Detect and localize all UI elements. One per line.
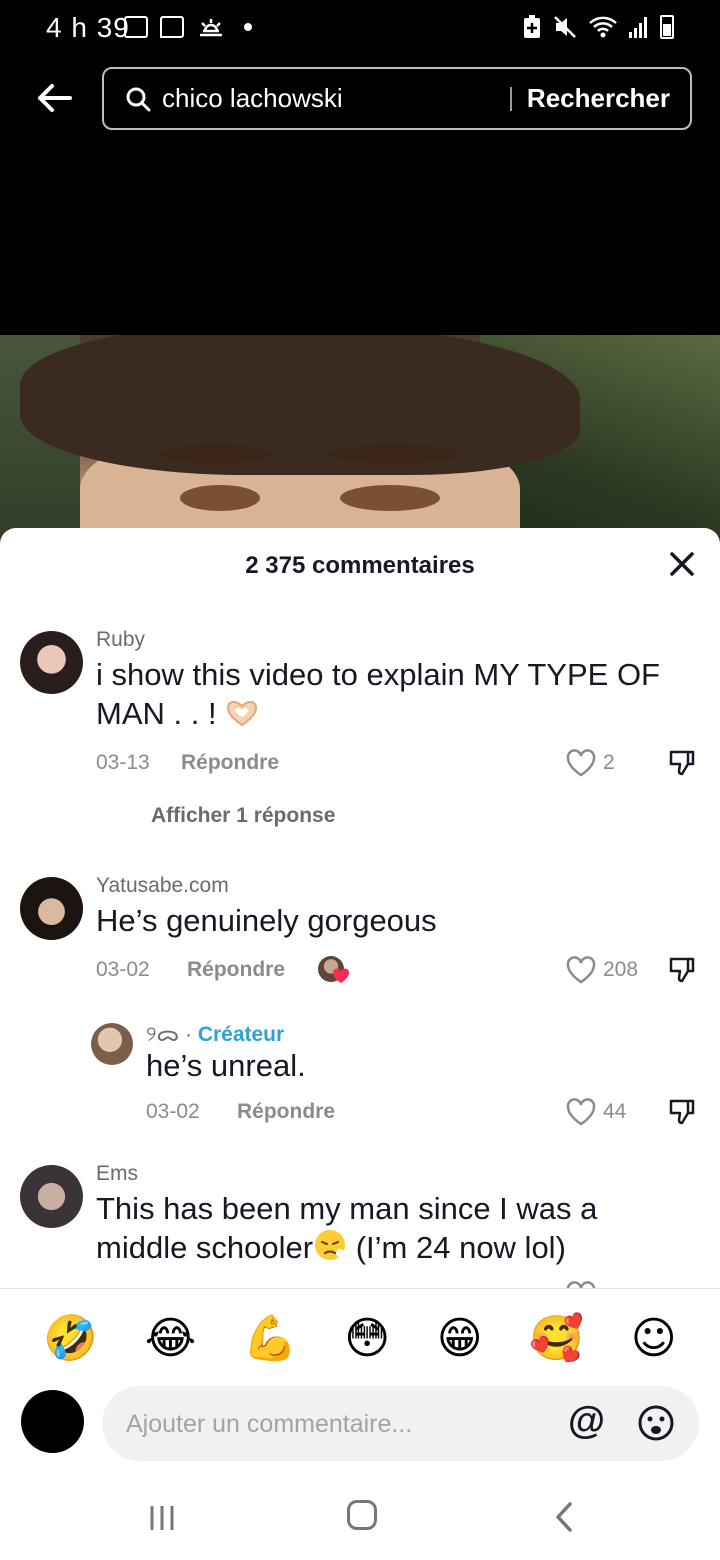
reply-button[interactable]: Répondre <box>237 1100 335 1124</box>
comment-text: This has been my man since I was a middl… <box>96 1190 696 1267</box>
comment-input-box[interactable]: @ <box>102 1386 699 1461</box>
system-nav-bar <box>0 1478 720 1560</box>
heart-icon[interactable] <box>565 1280 597 1288</box>
more-notifications-dot <box>244 23 252 31</box>
dislike-icon[interactable] <box>667 748 697 778</box>
video-brow-left <box>160 445 270 463</box>
pensive-face-emoji-icon <box>315 1230 346 1260</box>
comments-sheet: 2 375 commentaires Ruby i show this vide… <box>0 528 720 1560</box>
weather-icon <box>200 19 222 37</box>
heart-icon[interactable] <box>565 1097 597 1127</box>
user-avatar[interactable] <box>21 1390 84 1453</box>
wifi-icon <box>589 16 617 38</box>
comment-username[interactable]: ୨ᯅ · Créateur <box>146 1020 284 1048</box>
view-replies-button[interactable]: Afficher 1 réponse <box>151 804 335 828</box>
recent-apps-icon[interactable] <box>148 1503 176 1533</box>
status-system-icons <box>522 14 674 40</box>
comment-username[interactable]: Ruby <box>96 628 145 652</box>
rofl-emoji-button[interactable]: 🤣 <box>43 1312 98 1364</box>
comment-date: 03-02 <box>96 958 150 981</box>
search-button[interactable]: Rechercher <box>527 83 670 114</box>
video-eye-left <box>180 485 260 511</box>
comment-username[interactable]: Yatusabe.com <box>96 874 229 898</box>
reply-button[interactable]: Répondre <box>181 751 279 775</box>
signal-icon <box>629 17 647 38</box>
emoji-picker-icon[interactable] <box>636 1403 676 1443</box>
status-bar: 4 h 39 <box>0 0 720 56</box>
muscle-emoji-button[interactable]: 💪 <box>243 1312 298 1364</box>
comment-input[interactable] <box>126 1404 546 1444</box>
emoji-quick-bar: 🤣 😂 💪 😳 😁 🥰 ☺ <box>0 1298 720 1378</box>
home-icon[interactable] <box>347 1500 377 1530</box>
grin-emoji-button[interactable]: 😁 <box>437 1313 483 1364</box>
input-divider <box>0 1288 720 1289</box>
avatar[interactable] <box>91 1023 133 1065</box>
comment-item: Ruby i show this video to explain MY TYP… <box>0 628 720 838</box>
video-preview[interactable] <box>0 335 720 555</box>
twitch-notification-icon <box>160 16 184 38</box>
mute-icon <box>554 16 576 38</box>
reply-item: ୨ᯅ · Créateur he’s unreal. 03-02 Répondr… <box>0 1020 720 1140</box>
battery-saver-icon <box>524 15 540 38</box>
video-eye-right <box>340 485 440 511</box>
creator-badge: Créateur <box>197 1023 285 1046</box>
back-arrow-icon[interactable] <box>34 78 74 118</box>
smiling-face-emoji-button[interactable]: ☺ <box>631 1313 677 1364</box>
battery-icon <box>660 15 674 39</box>
search-icon <box>126 87 151 112</box>
comment-date: 03-02 <box>146 1100 200 1123</box>
heart-icon[interactable] <box>565 748 597 778</box>
comment-text-line: This has been my man since I was a <box>96 1191 598 1226</box>
comment-text-segment: middle schooler <box>96 1230 314 1265</box>
avatar[interactable] <box>20 631 83 694</box>
search-query[interactable]: chico lachowski <box>162 83 343 114</box>
smiling-hearts-emoji-button[interactable]: 🥰 <box>529 1312 584 1364</box>
flushed-emoji-button[interactable]: 😳 <box>344 1313 390 1364</box>
close-icon[interactable] <box>668 550 696 578</box>
comment-text: he’s unreal. <box>146 1048 306 1083</box>
joy-emoji-button[interactable]: 😂 <box>145 1313 196 1364</box>
reply-button[interactable]: Répondre <box>187 958 285 982</box>
comment-text-content: i show this video to explain MY TYPE OF … <box>96 657 660 731</box>
heart-hands-emoji-icon <box>227 700 258 727</box>
creator-liked-icon <box>318 956 350 988</box>
like-count: 44 <box>603 1100 627 1123</box>
avatar[interactable] <box>20 877 83 940</box>
avatar[interactable] <box>20 1165 83 1228</box>
comments-count-title: 2 375 commentaires <box>245 552 475 579</box>
video-hair <box>20 335 580 475</box>
comment-item: Yatusabe.com He’s genuinely gorgeous 03-… <box>0 874 720 994</box>
like-count: 208 <box>603 958 639 981</box>
comment-text-segment: (I’m 24 now lol) <box>347 1230 566 1265</box>
comment-text: He’s genuinely gorgeous <box>96 903 437 938</box>
search-divider <box>510 87 512 111</box>
status-notification-icons <box>124 15 252 39</box>
reply-username[interactable]: ୨ᯅ <box>146 1023 179 1046</box>
search-bar[interactable]: chico lachowski Rechercher <box>102 67 692 130</box>
screen: 4 h 39 chico lachowski Rechercher 2 375 … <box>0 0 720 1560</box>
comment-date: 03-13 <box>96 751 150 774</box>
gallery-notification-icon <box>124 16 148 38</box>
heart-icon[interactable] <box>565 955 597 985</box>
comment-username[interactable]: Ems <box>96 1162 138 1186</box>
dislike-icon[interactable] <box>667 1097 697 1127</box>
nav-back-icon[interactable] <box>552 1500 576 1534</box>
like-count: 2 <box>603 751 615 774</box>
status-time: 4 h 39 <box>46 12 130 43</box>
dislike-icon[interactable] <box>667 955 697 985</box>
separator-dot: · <box>184 1023 198 1046</box>
mention-icon[interactable]: @ <box>568 1400 608 1446</box>
comment-text: i show this video to explain MY TYPE OF … <box>96 656 696 733</box>
comment-text-line: middle schooler (I’m 24 now lol) <box>96 1228 696 1267</box>
video-brow-right <box>330 445 460 463</box>
comment-item: Ems This has been my man since I was a m… <box>0 1162 720 1288</box>
